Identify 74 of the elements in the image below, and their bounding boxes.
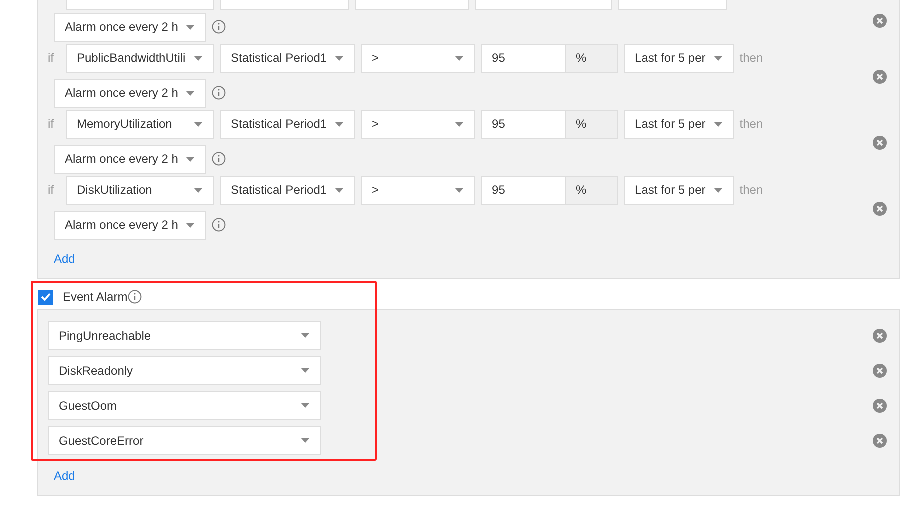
event-alarm-label: Event Alarm	[63, 290, 128, 304]
caret-icon	[455, 188, 464, 192]
add-link[interactable]: Add	[54, 252, 76, 266]
caret-icon	[301, 368, 310, 373]
caret-icon	[455, 122, 464, 126]
period-select[interactable]: Statistical Period1	[220, 44, 356, 72]
checkbox[interactable]	[38, 290, 53, 304]
unit-label: %	[566, 110, 618, 138]
unit-label: %	[566, 44, 618, 72]
duration-select[interactable]: Last for 5 per	[624, 110, 734, 138]
close-icon[interactable]	[873, 202, 887, 216]
event-select[interactable]: DiskReadonly	[48, 356, 321, 385]
metric-select[interactable]: MemoryUtilization	[66, 110, 214, 138]
caret-icon	[714, 122, 723, 126]
then-label: then	[740, 183, 764, 197]
period-select[interactable]: Statistical Period1	[220, 176, 356, 204]
metric-select[interactable]: DiskUtilization	[66, 176, 214, 204]
if-label: if	[48, 51, 55, 65]
caret-icon	[194, 122, 203, 126]
event-select[interactable]: PingUnreachable	[48, 321, 321, 350]
info-icon[interactable]	[128, 290, 142, 304]
metric-select[interactable]: PublicBandwidthUtili	[66, 44, 214, 72]
close-icon[interactable]	[873, 434, 887, 448]
unit-label: %	[566, 176, 618, 204]
caret-icon	[301, 438, 310, 443]
caret-icon	[301, 403, 310, 408]
caret-icon	[186, 24, 196, 30]
close-icon[interactable]	[873, 398, 887, 412]
threshold-input[interactable]: 95	[481, 176, 566, 204]
caret-icon	[714, 56, 723, 60]
duration-select[interactable]: Last for 5 per	[624, 44, 734, 72]
info-icon[interactable]	[212, 20, 226, 34]
select-field[interactable]	[220, 0, 349, 10]
caret-icon	[335, 56, 344, 60]
close-icon[interactable]	[873, 70, 887, 84]
period-select[interactable]: Statistical Period1	[220, 110, 356, 138]
caret-icon	[194, 56, 203, 60]
if-label: if	[48, 183, 55, 197]
alarm-frequency-select[interactable]: Alarm once every 2 h	[54, 78, 206, 108]
caret-icon	[335, 188, 344, 192]
then-label: then	[740, 117, 764, 131]
if-label: if	[48, 117, 55, 131]
then-label: then	[740, 51, 764, 65]
caret-icon	[301, 333, 310, 338]
alarm-frequency-select[interactable]: Alarm once every 2 h	[54, 144, 206, 174]
threshold-input[interactable]: 95	[481, 110, 566, 138]
close-icon[interactable]	[873, 364, 887, 378]
caret-icon	[186, 90, 196, 96]
close-icon[interactable]	[873, 136, 887, 150]
add-link[interactable]: Add	[54, 469, 76, 483]
caret-icon	[186, 222, 196, 228]
operator-select[interactable]: >	[361, 176, 476, 204]
operator-select[interactable]: >	[361, 110, 476, 138]
info-icon[interactable]	[212, 152, 226, 166]
caret-icon	[194, 188, 203, 192]
alarm-frequency-select[interactable]: Alarm once every 2 h	[54, 210, 206, 240]
caret-icon	[455, 56, 464, 60]
info-icon[interactable]	[212, 218, 226, 232]
caret-icon	[186, 156, 196, 162]
select-field[interactable]	[618, 0, 727, 10]
select-field[interactable]	[475, 0, 612, 10]
caret-icon	[335, 122, 344, 126]
info-icon[interactable]	[212, 86, 226, 100]
event-select[interactable]: GuestOom	[48, 391, 321, 420]
select-field[interactable]	[355, 0, 469, 10]
alarm-frequency-select[interactable]: Alarm once every 2 h	[54, 12, 206, 42]
caret-icon	[714, 188, 723, 192]
threshold-input[interactable]: 95	[481, 44, 566, 72]
operator-select[interactable]: >	[361, 44, 476, 72]
event-select[interactable]: GuestCoreError	[48, 426, 321, 455]
close-icon[interactable]	[873, 14, 887, 28]
close-icon[interactable]	[873, 328, 887, 342]
duration-select[interactable]: Last for 5 per	[624, 176, 734, 204]
select-field[interactable]	[66, 0, 214, 10]
